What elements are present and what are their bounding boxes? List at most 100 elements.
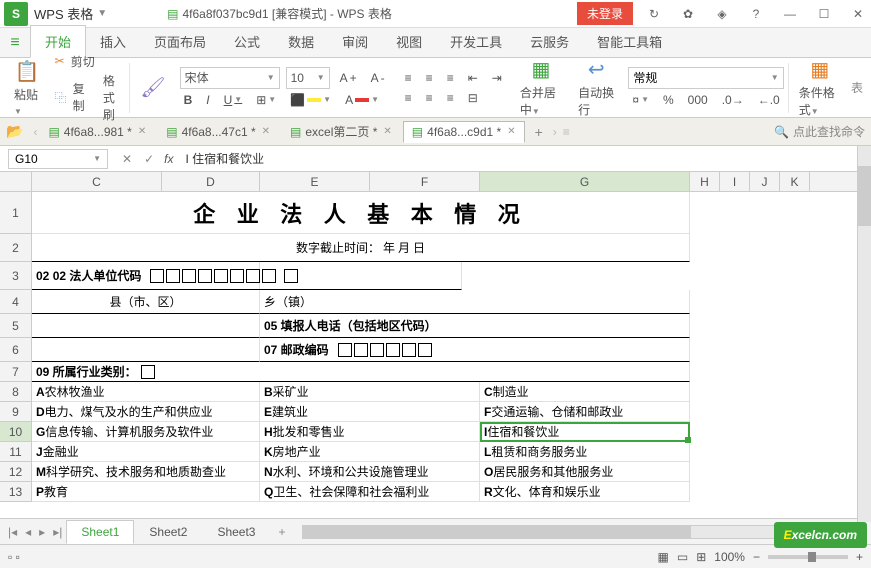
cell[interactable] [32, 338, 260, 362]
tab-review[interactable]: 审阅 [328, 26, 382, 57]
sheet-tab[interactable]: Sheet2 [134, 520, 202, 544]
align-top-button[interactable]: ≡ [401, 69, 416, 87]
maximize-button[interactable]: ☐ [811, 1, 837, 27]
tab-dev[interactable]: 开发工具 [436, 26, 516, 57]
cut-button[interactable]: 剪切 [71, 53, 95, 70]
zoom-thumb[interactable] [808, 552, 816, 562]
cell[interactable]: N 水利、环境和公共设施管理业 [260, 462, 480, 482]
col-header[interactable]: C [32, 172, 162, 191]
login-badge[interactable]: 未登录 [577, 2, 633, 25]
decimal-dec-button[interactable]: ←.0 [754, 91, 784, 109]
col-header[interactable]: E [260, 172, 370, 191]
col-header[interactable]: K [780, 172, 810, 191]
indent-inc-button[interactable]: ⇥ [488, 69, 506, 87]
confirm-formula-button[interactable]: ✓ [138, 152, 160, 166]
fill-color-button[interactable]: ⬛▼ [286, 91, 335, 109]
col-header[interactable]: H [690, 172, 720, 191]
cell-active[interactable]: I 住宿和餐饮业 [480, 422, 690, 442]
col-header-selected[interactable]: G [480, 172, 690, 191]
tab-formula[interactable]: 公式 [220, 26, 274, 57]
bold-button[interactable]: B [180, 91, 197, 109]
number-format-select[interactable]: 常规▼ [628, 67, 783, 89]
comma-button[interactable]: 000 [684, 91, 712, 109]
settings-icon[interactable]: ✿ [675, 1, 701, 27]
align-left-button[interactable]: ≡ [401, 89, 416, 107]
cell[interactable]: O 居民服务和其他服务业 [480, 462, 690, 482]
doc-tab-nav-right[interactable]: › [553, 125, 557, 139]
merge-center-button[interactable]: ▦合并居中▼ [514, 57, 568, 118]
command-search[interactable]: 🔍点此查找命令 [774, 123, 865, 140]
cell-title[interactable]: 企 业 法 人 基 本 情 况 [32, 192, 690, 234]
doc-tab-nav-left[interactable]: ‹ [33, 125, 37, 139]
font-select[interactable]: 宋体▼ [180, 67, 280, 89]
cell[interactable]: 数字截止时间： 年 月 日 [32, 234, 690, 262]
doc-tab-list[interactable]: ≡ [559, 125, 574, 139]
file-menu-icon[interactable]: ≡ [0, 29, 30, 57]
indent-dec-button[interactable]: ⇤ [464, 69, 482, 87]
row-header-selected[interactable]: 10 [0, 422, 32, 442]
align-center-button[interactable]: ≡ [422, 89, 437, 107]
zoom-slider[interactable] [768, 555, 848, 559]
cell[interactable]: 07 邮政编码 [260, 338, 690, 362]
view-normal-icon[interactable]: ▦ [658, 550, 669, 564]
copy-button[interactable]: 复制 [73, 80, 88, 114]
cell[interactable]: A A 农林牧渔业农林牧渔业 [32, 382, 260, 402]
font-size-select[interactable]: 10▼ [286, 67, 330, 89]
decimal-inc-button[interactable]: .0→ [718, 91, 748, 109]
close-icon[interactable]: ✕ [507, 126, 515, 137]
cell[interactable]: B 采矿业 [260, 382, 480, 402]
doc-tab[interactable]: ▤4f6a8...47c1 *✕ [157, 121, 279, 143]
close-button[interactable]: ✕ [845, 1, 871, 27]
cell[interactable]: 县（市、区） [32, 290, 260, 314]
view-page-icon[interactable]: ▭ [677, 550, 688, 564]
increase-font-button[interactable]: A+ [336, 69, 361, 87]
cell[interactable]: 05 填报人电话（包括地区代码） [260, 314, 690, 338]
decrease-font-button[interactable]: A- [367, 69, 389, 87]
row-header[interactable]: 12 [0, 462, 32, 482]
border-button[interactable]: ⊞▼ [252, 91, 280, 109]
wrap-text-button[interactable]: ↩自动换行 [572, 57, 620, 118]
percent-button[interactable]: % [659, 91, 678, 109]
cell[interactable]: E 建筑业 [260, 402, 480, 422]
row-header[interactable]: 9 [0, 402, 32, 422]
row-header[interactable]: 13 [0, 482, 32, 502]
formula-input[interactable]: I 住宿和餐饮业 [177, 150, 871, 167]
tab-cloud[interactable]: 云服务 [516, 26, 583, 57]
zoom-in-button[interactable]: + [856, 550, 863, 564]
cell[interactable]: P 教育 [32, 482, 260, 502]
row-header[interactable]: 11 [0, 442, 32, 462]
row-header[interactable]: 6 [0, 338, 32, 362]
cell[interactable]: Q 卫生、社会保障和社会福利业 [260, 482, 480, 502]
row-header[interactable]: 4 [0, 290, 32, 314]
cell[interactable]: 乡（镇） [260, 290, 690, 314]
cell[interactable] [32, 314, 260, 338]
currency-button[interactable]: ¤▼ [628, 91, 653, 109]
cond-format-button[interactable]: ▦条件格式▼ [793, 57, 847, 118]
row-header[interactable]: 2 [0, 234, 32, 262]
row-header[interactable]: 3 [0, 262, 32, 290]
select-all-corner[interactable] [0, 172, 32, 191]
view-break-icon[interactable]: ⊞ [696, 550, 706, 564]
app-menu-dropdown[interactable]: ▼ [97, 8, 107, 19]
doc-tab[interactable]: ▤excel第二页 *✕ [281, 119, 401, 144]
name-box[interactable]: G10▼ [8, 149, 108, 169]
add-sheet-button[interactable]: + [270, 525, 293, 539]
col-header[interactable]: F [370, 172, 480, 191]
cell[interactable]: K 房地产业 [260, 442, 480, 462]
zoom-out-button[interactable]: − [753, 550, 760, 564]
cell[interactable]: D 电力、煤气及水的生产和供应业 [32, 402, 260, 422]
tab-page-layout[interactable]: 页面布局 [140, 26, 220, 57]
sheet-tab[interactable]: Sheet3 [202, 520, 270, 544]
cell[interactable]: 02 02 法人单位代码 [32, 262, 462, 290]
scrollbar-thumb[interactable] [858, 166, 871, 226]
row-header[interactable]: 7 [0, 362, 32, 382]
cell[interactable]: M 科学研究、技术服务和地质勘查业 [32, 462, 260, 482]
sheet-tab[interactable]: Sheet1 [66, 520, 134, 544]
cell[interactable]: L 租赁和商务服务业 [480, 442, 690, 462]
tab-data[interactable]: 数据 [274, 26, 328, 57]
close-icon[interactable]: ✕ [262, 126, 270, 137]
minimize-button[interactable]: — [777, 1, 803, 27]
skin-icon[interactable]: ◈ [709, 1, 735, 27]
cell[interactable]: R 文化、体育和娱乐业 [480, 482, 690, 502]
paste-button[interactable]: 📋 粘贴 ▼ [8, 59, 47, 117]
